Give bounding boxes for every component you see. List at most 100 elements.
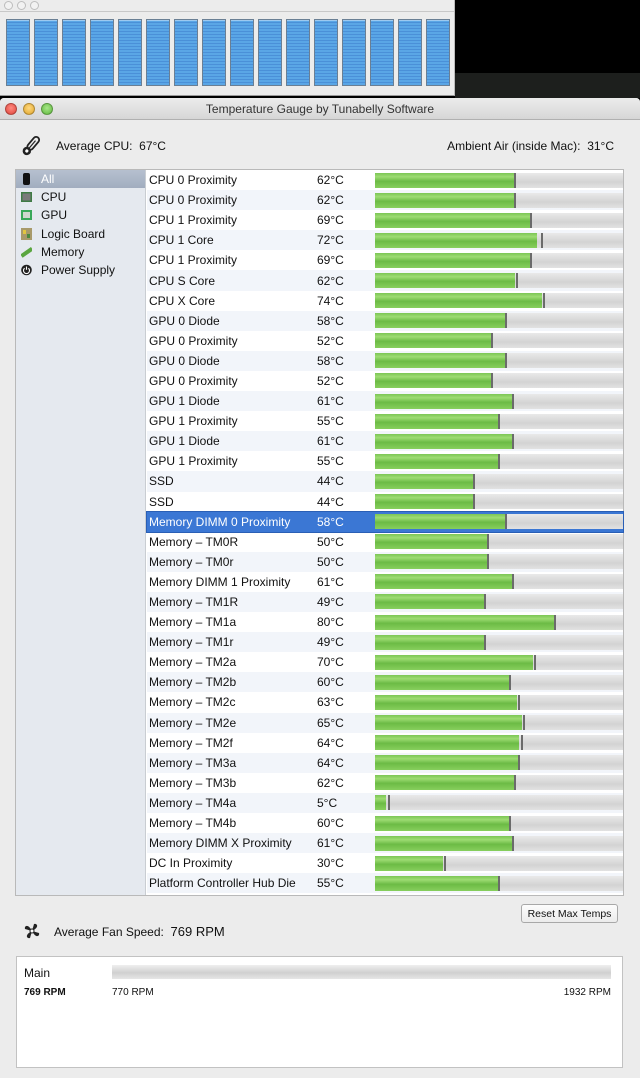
sensor-row[interactable]: DC In Proximity 30°C [147, 853, 623, 873]
sensor-row[interactable]: SSD 44°C [147, 492, 623, 512]
temperature-bar-fill [375, 654, 533, 670]
fan-max-speed: 1932 RPM [563, 987, 611, 998]
desktop-background [455, 73, 640, 98]
sensor-row[interactable]: GPU 0 Proximity 52°C [147, 371, 623, 391]
temperature-bar [375, 735, 623, 751]
sensor-temperature: 49°C [317, 595, 344, 610]
sensor-temperature: 52°C [317, 373, 344, 388]
temperature-bar [375, 755, 623, 771]
sidebar-item-logic-board[interactable]: Logic Board [16, 225, 145, 243]
category-sidebar: All CPU GPU Logic Board Memory Power Sup… [16, 170, 146, 895]
sensor-name: Memory – TM2c [149, 695, 236, 710]
sidebar-item-label: Memory [41, 244, 85, 259]
sensor-temperature: 44°C [317, 494, 344, 509]
background-meter-bar [33, 19, 58, 86]
sensor-row[interactable]: CPU X Core 74°C [147, 291, 623, 311]
reset-max-temps-button[interactable]: Reset Max Temps [521, 904, 618, 923]
sidebar-item-power-supply[interactable]: Power Supply [16, 261, 145, 279]
temperature-bar-fill [375, 514, 506, 530]
sensor-row[interactable]: GPU 1 Diode 61°C [147, 391, 623, 412]
max-temperature-marker [484, 594, 487, 610]
sensor-row[interactable]: GPU 1 Proximity 55°C [147, 411, 623, 431]
sensor-row[interactable]: Memory – TM4b 60°C [147, 813, 623, 833]
sidebar-item-memory[interactable]: Memory [16, 243, 145, 261]
temperature-bar [375, 855, 623, 871]
max-temperature-marker [529, 252, 532, 268]
sensor-name: GPU 0 Proximity [149, 333, 238, 348]
sensor-row[interactable]: Memory – TM2b 60°C [147, 672, 623, 693]
background-zoom-button[interactable] [30, 1, 39, 10]
temperature-bar-fill [375, 815, 511, 831]
sensor-temperature: 60°C [317, 675, 344, 690]
temperature-bar [375, 654, 623, 670]
sensor-row[interactable]: Memory – TM4a 5°C [147, 792, 623, 813]
sensor-row[interactable]: Memory – TM1a 80°C [147, 612, 623, 632]
temperature-bar-fill [375, 574, 513, 590]
background-meter-bar [229, 19, 254, 86]
temperature-bar-fill [375, 875, 499, 891]
sensor-name: SSD [149, 474, 174, 489]
sensor-row[interactable]: Platform Controller Hub Die 55°C [147, 873, 623, 894]
sidebar-item-all[interactable]: All [16, 170, 145, 189]
sensor-row[interactable]: GPU 0 Diode 58°C [147, 310, 623, 331]
max-temperature-marker [543, 293, 546, 309]
memory-stick-icon [21, 246, 32, 258]
sensor-row[interactable]: Memory DIMM 1 Proximity 61°C [147, 572, 623, 592]
sidebar-item-label: CPU [41, 190, 67, 205]
temperature-bar-fill [375, 494, 475, 509]
temperature-bar [375, 212, 623, 228]
power-icon [21, 264, 32, 276]
sensor-row[interactable]: CPU 1 Proximity 69°C [147, 210, 623, 230]
sensor-row[interactable]: Memory – TM2f 64°C [147, 733, 623, 753]
max-temperature-marker [491, 373, 494, 389]
sensor-temperature: 55°C [317, 414, 344, 429]
sensor-row[interactable]: Memory – TM0r 50°C [147, 551, 623, 572]
sensor-row[interactable]: Memory – TM2c 63°C [147, 692, 623, 712]
sensor-row[interactable]: Memory – TM2e 65°C [147, 712, 623, 733]
temperature-bar-fill [375, 614, 556, 630]
max-temperature-marker [486, 554, 489, 570]
background-meter-bar [425, 19, 450, 86]
sensor-row[interactable]: GPU 1 Diode 61°C [147, 431, 623, 452]
fan-panel: Main 769 RPM 770 RPM 1932 RPM [16, 956, 623, 1068]
sensor-row[interactable]: Memory – TM2a 70°C [147, 652, 623, 672]
sensor-row[interactable]: Memory – TM3a 64°C [147, 752, 623, 773]
sensor-name: CPU 0 Proximity [149, 193, 238, 208]
background-meter-bar [89, 19, 114, 86]
sensor-row[interactable]: GPU 0 Diode 58°C [147, 350, 623, 371]
temperature-bar [375, 554, 623, 570]
sensor-row[interactable]: Memory – TM1R 49°C [147, 591, 623, 613]
sensor-name: Memory – TM4a [149, 795, 237, 810]
fan-summary: Average Fan Speed: 769 RPM [22, 921, 225, 941]
max-temperature-marker [504, 514, 507, 530]
sensor-row[interactable]: Memory – TM0R 50°C [147, 532, 623, 552]
sensor-row[interactable]: Memory – TM1r 49°C [147, 632, 623, 653]
background-minimize-button[interactable] [17, 1, 26, 10]
gpu-chip-icon [21, 210, 32, 221]
sidebar-item-gpu[interactable]: GPU [16, 206, 145, 224]
temperature-bar [375, 433, 623, 449]
sensor-row[interactable]: Memory DIMM 0 Proximity 58°C [146, 510, 624, 533]
sensor-row[interactable]: CPU 0 Proximity 62°C [147, 190, 623, 211]
sensor-name: SSD [149, 494, 174, 509]
zoom-button[interactable] [41, 103, 53, 115]
mac-pro-icon [23, 173, 30, 186]
max-temperature-marker [534, 654, 537, 670]
temperature-bar [375, 875, 623, 891]
sidebar-item-cpu[interactable]: CPU [16, 188, 145, 206]
sensor-row[interactable]: GPU 1 Proximity 55°C [147, 451, 623, 471]
minimize-button[interactable] [23, 103, 35, 115]
sensor-row[interactable]: CPU 0 Proximity 62°C [147, 170, 623, 190]
close-button[interactable] [5, 103, 17, 115]
sensor-row[interactable]: CPU 1 Proximity 69°C [147, 250, 623, 270]
sensor-row[interactable]: CPU 1 Core 72°C [147, 230, 623, 251]
sensor-row[interactable]: Memory DIMM X Proximity 61°C [147, 833, 623, 854]
max-temperature-marker [511, 393, 514, 409]
sensor-name: GPU 1 Proximity [149, 454, 238, 469]
sensor-row[interactable]: GPU 0 Proximity 52°C [147, 331, 623, 351]
sensor-row[interactable]: Memory – TM3b 62°C [147, 773, 623, 793]
background-close-button[interactable] [4, 1, 13, 10]
sensor-name: Memory – TM2a [149, 655, 237, 670]
sensor-row[interactable]: SSD 44°C [147, 471, 623, 492]
sensor-row[interactable]: CPU S Core 62°C [147, 270, 623, 291]
